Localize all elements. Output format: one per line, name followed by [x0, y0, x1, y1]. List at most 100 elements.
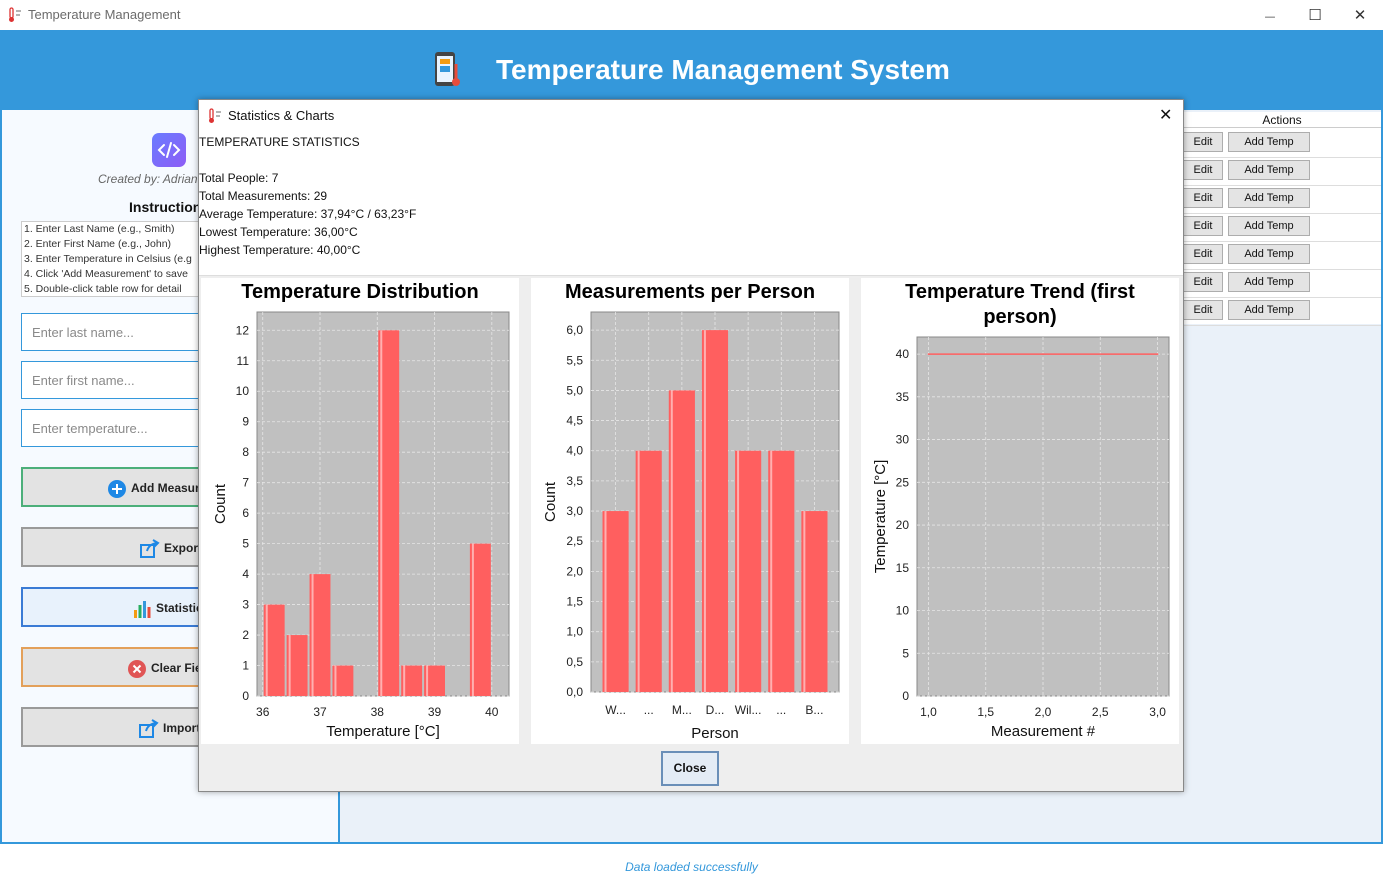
close-icon[interactable]: ✕ — [1159, 105, 1172, 124]
temperature-field[interactable] — [21, 409, 221, 447]
y-tick-label: 3,5 — [566, 474, 583, 488]
app-icon — [9, 7, 21, 22]
y-tick-label: 2 — [242, 628, 249, 642]
x-tick-label: 39 — [428, 705, 442, 719]
stats-heading: TEMPERATURE STATISTICS — [199, 135, 360, 149]
plus-circle-icon — [108, 480, 126, 498]
add-temp-button[interactable]: Add Temp — [1228, 160, 1310, 180]
stats-highest: Highest Temperature: 40,00°C — [199, 243, 361, 257]
edit-button[interactable]: Edit — [1183, 244, 1223, 264]
status-message: Data loaded successfully — [625, 860, 758, 874]
first-name-field[interactable] — [21, 361, 221, 399]
instruction-item: 1. Enter Last Name (e.g., Smith) — [24, 223, 175, 235]
y-axis-label: Count — [212, 483, 229, 524]
histogram-bar — [378, 330, 400, 696]
add-temp-button[interactable]: Add Temp — [1228, 244, 1310, 264]
code-icon — [152, 133, 186, 167]
x-axis-label: Measurement # — [991, 723, 1096, 740]
maximize-button[interactable]: ☐ — [1292, 0, 1338, 30]
table-row: Edit Add Temp — [1183, 214, 1381, 242]
last-name-field[interactable] — [21, 313, 221, 351]
edit-button[interactable]: Edit — [1183, 300, 1223, 320]
histogram-bar — [309, 574, 331, 696]
temperature-distribution-chart: Temperature Distribution 0 1 2 3 4 5 6 7 8 9 10 11 12… — [201, 278, 519, 744]
category-bar — [735, 450, 762, 692]
histogram-bar — [469, 543, 491, 696]
category-bar — [768, 450, 795, 692]
first-name-input[interactable] — [22, 362, 220, 398]
clear-fields-label: Clear Fiel — [151, 661, 206, 675]
y-tick-label: 5 — [242, 537, 249, 551]
page-title: Temperature Management System — [496, 54, 950, 85]
stats-total-people: Total People: 7 — [199, 171, 279, 185]
temperature-input[interactable] — [22, 410, 220, 446]
x-axis-label: Temperature [°C] — [326, 723, 440, 740]
table-row: Edit Add Temp — [1183, 130, 1381, 158]
export-button[interactable]: Export — [21, 527, 221, 567]
add-temp-button[interactable]: Add Temp — [1228, 272, 1310, 292]
instruction-item: 2. Enter First Name (e.g., John) — [24, 238, 172, 250]
edit-button[interactable]: Edit — [1183, 216, 1223, 236]
app-icon — [209, 108, 221, 123]
x-tick-label: ... — [644, 703, 654, 717]
statistics-button[interactable]: Statistic — [21, 587, 221, 627]
y-tick-label: 1 — [242, 659, 249, 673]
y-tick-label: 5,5 — [566, 353, 583, 367]
minimize-button[interactable]: — — [1247, 0, 1293, 30]
add-measurement-button[interactable]: Add Measure — [21, 467, 221, 507]
close-icon: ✕ — [1353, 6, 1367, 24]
close-dialog-button[interactable]: Close — [661, 751, 719, 786]
y-tick-label: 5,0 — [566, 383, 583, 397]
edit-button[interactable]: Edit — [1183, 272, 1223, 292]
instruction-item: 5. Double-click table row for detail — [24, 283, 182, 295]
instruction-item: 4. Click 'Add Measurement' to save — [24, 268, 188, 280]
dialog-titlebar: Statistics & Charts ✕ — [199, 100, 1183, 131]
x-tick-label: B... — [805, 703, 823, 717]
x-tick-label: W... — [605, 703, 626, 717]
measurements-per-person-chart: Measurements per Person 0,0 0,5 1,0 1,5 2,0 2,… — [531, 278, 849, 744]
y-tick-label: 8 — [242, 445, 249, 459]
category-bar — [635, 450, 662, 692]
x-tick-label: 36 — [256, 705, 270, 719]
table-row: Edit Add Temp — [1183, 242, 1381, 270]
import-icon — [139, 719, 159, 738]
y-tick-label: 3 — [242, 598, 249, 612]
add-temp-button[interactable]: Add Temp — [1228, 188, 1310, 208]
close-window-button[interactable]: ✕ — [1337, 0, 1383, 30]
statistics-dialog: Statistics & Charts ✕ TEMPERATURE STATIS… — [198, 99, 1184, 792]
x-tick-label: 40 — [485, 705, 499, 719]
histogram-bar — [424, 665, 445, 696]
edit-button[interactable]: Edit — [1183, 160, 1223, 180]
actions-column-header: Actions — [1183, 112, 1381, 128]
y-tick-label: 6,0 — [566, 323, 583, 337]
x-circle-icon — [128, 660, 146, 678]
edit-button[interactable]: Edit — [1183, 132, 1223, 152]
created-by-label: Created by: Adrian — [98, 172, 198, 186]
y-tick-label: 35 — [896, 390, 910, 404]
add-temp-button[interactable]: Add Temp — [1228, 216, 1310, 236]
x-tick-label: ... — [776, 703, 786, 717]
add-temp-button[interactable]: Add Temp — [1228, 132, 1310, 152]
y-tick-label: 4,5 — [566, 414, 583, 428]
y-tick-label: 10 — [896, 604, 910, 618]
y-axis-label: Temperature [°C] — [872, 460, 889, 574]
y-tick-label: 11 — [237, 354, 250, 368]
export-label: Export — [164, 541, 203, 555]
statistics-text: TEMPERATURE STATISTICS Total People: 7 T… — [199, 131, 1183, 276]
y-tick-label: 5 — [902, 646, 909, 660]
y-tick-label: 30 — [896, 433, 910, 447]
clear-fields-button[interactable]: Clear Fiel — [21, 647, 221, 687]
chart-title: Temperature Trend (first — [905, 281, 1135, 303]
y-tick-label: 4,0 — [566, 444, 583, 458]
y-tick-label: 0,0 — [566, 685, 583, 699]
add-temp-button[interactable]: Add Temp — [1228, 300, 1310, 320]
temperature-distribution-svg: Temperature Distribution0123456789101112… — [212, 281, 510, 740]
last-name-input[interactable] — [22, 314, 220, 350]
y-tick-label: 9 — [242, 415, 249, 429]
category-bar — [701, 330, 729, 692]
import-button[interactable]: Import — [21, 707, 221, 747]
edit-button[interactable]: Edit — [1183, 188, 1223, 208]
y-tick-label: 15 — [896, 561, 910, 575]
window-titlebar: Temperature Management — ☐ ✕ — [0, 0, 1383, 30]
y-tick-label: 0 — [902, 689, 909, 703]
